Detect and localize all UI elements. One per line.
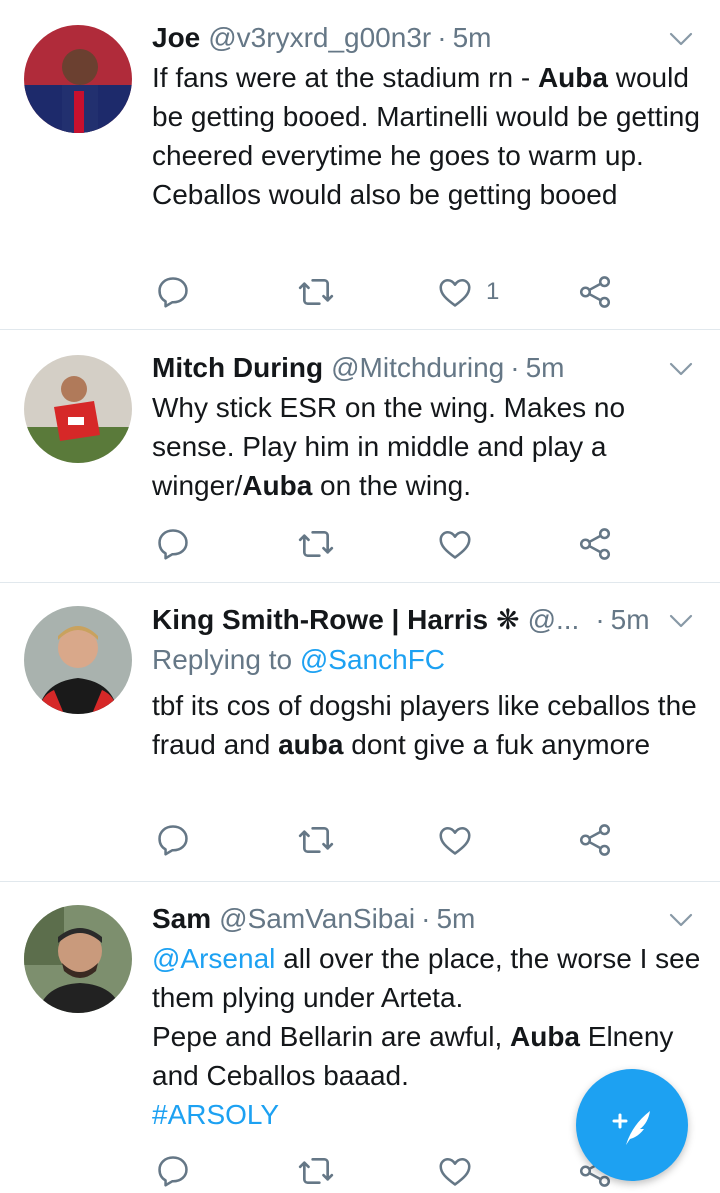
caret-down-icon[interactable]	[666, 354, 696, 384]
like-count: 1	[486, 278, 500, 305]
tweet-text: Why stick ESR on the wing. Makes no sens…	[152, 388, 702, 505]
separator-dot: ·	[595, 604, 605, 635]
user-handle[interactable]: @v3ryxrd_g00n3r	[208, 18, 431, 58]
avatar[interactable]	[24, 606, 132, 714]
like-button[interactable]	[436, 524, 474, 564]
avatar[interactable]	[24, 25, 132, 133]
tweet-header: Joe @v3ryxrd_g00n3r · 5m	[152, 18, 491, 58]
like-button[interactable]	[436, 1151, 474, 1191]
compose-tweet-button[interactable]	[576, 1069, 688, 1181]
retweet-icon	[298, 531, 334, 557]
like-icon	[439, 827, 471, 855]
timestamp[interactable]: 5m	[611, 600, 650, 640]
like-button[interactable]	[436, 820, 474, 860]
tweet[interactable]: Joe @v3ryxrd_g00n3r · 5m If fans were at…	[0, 0, 720, 330]
display-name[interactable]: Sam	[152, 899, 211, 939]
tweet-header: Sam @SamVanSibai · 5m	[152, 899, 475, 939]
retweet-button[interactable]	[296, 820, 336, 860]
display-name[interactable]: King Smith-Rowe | Harris	[152, 600, 488, 640]
separator-dot: ·	[421, 903, 431, 934]
user-handle[interactable]: @Mitchduring	[331, 348, 504, 388]
timestamp[interactable]: 5m	[453, 18, 492, 58]
highlighted-keyword: Auba	[510, 1021, 580, 1052]
like-button[interactable]: 1	[436, 272, 499, 312]
replying-to: Replying to @SanchFC	[152, 640, 445, 680]
share-icon	[579, 528, 611, 560]
tweet-text-segment: on the wing.	[312, 470, 472, 501]
hashtag-link[interactable]: #ARSOLY	[152, 1099, 279, 1130]
caret-down-icon[interactable]	[666, 606, 696, 636]
like-icon	[439, 1158, 471, 1186]
reply-icon	[158, 1156, 188, 1187]
tweet-text: If fans were at the stadium rn - Auba wo…	[152, 58, 702, 214]
reply-button[interactable]	[154, 1151, 192, 1191]
share-icon	[579, 824, 611, 856]
share-button[interactable]	[576, 524, 614, 564]
caret-down-icon[interactable]	[666, 24, 696, 54]
reply-icon	[158, 825, 188, 856]
name-emoji: ❋	[496, 604, 520, 635]
tweet-text-segment: dont give a fuk anymore	[343, 729, 651, 760]
display-name[interactable]: Mitch During	[152, 348, 323, 388]
tweet-actions	[0, 820, 720, 860]
mention-link[interactable]: @Arsenal	[152, 943, 275, 974]
reply-button[interactable]	[154, 272, 192, 312]
retweet-button[interactable]	[296, 524, 336, 564]
tweet-text-segment: Pepe and Bellarin are awful,	[152, 1021, 510, 1052]
timestamp[interactable]: 5m	[436, 899, 475, 939]
highlighted-keyword: Auba	[537, 62, 608, 93]
compose-icon	[612, 1111, 650, 1145]
like-icon	[439, 279, 471, 307]
retweet-button[interactable]	[296, 272, 336, 312]
replying-to-handle[interactable]: @SanchFC	[300, 644, 445, 675]
tweet[interactable]: Mitch During @Mitchduring · 5m Why stick…	[0, 331, 720, 583]
reply-button[interactable]	[154, 820, 192, 860]
tweet-actions	[0, 524, 720, 564]
display-name[interactable]: Joe	[152, 18, 200, 58]
user-handle[interactable]: @...	[528, 600, 580, 640]
share-button[interactable]	[576, 820, 614, 860]
reply-button[interactable]	[154, 524, 192, 564]
tweet[interactable]: King Smith-Rowe | Harris ❋ @... · 5m Rep…	[0, 584, 720, 882]
retweet-icon	[298, 827, 334, 853]
like-icon	[439, 531, 471, 559]
reply-icon	[158, 277, 188, 308]
tweet-text-segment: If fans were at the stadium rn -	[152, 62, 538, 93]
replying-to-label: Replying to	[152, 644, 300, 675]
avatar[interactable]	[24, 355, 132, 463]
retweet-icon	[298, 1158, 334, 1184]
timestamp[interactable]: 5m	[526, 348, 565, 388]
share-button[interactable]	[576, 272, 614, 312]
avatar[interactable]	[24, 905, 132, 1013]
tweet-text: tbf its cos of dogshi players like cebal…	[152, 686, 702, 764]
caret-down-icon[interactable]	[666, 905, 696, 935]
tweet-header: Mitch During @Mitchduring · 5m	[152, 348, 564, 388]
highlighted-keyword: Auba	[242, 470, 313, 501]
highlighted-keyword: auba	[278, 729, 344, 760]
separator-dot: ·	[437, 22, 447, 53]
share-icon	[579, 276, 611, 308]
retweet-icon	[298, 279, 334, 305]
user-handle[interactable]: @SamVanSibai	[219, 899, 415, 939]
tweet-actions: 1	[0, 272, 720, 312]
tweet-header: King Smith-Rowe | Harris ❋ @... · 5m	[152, 600, 650, 640]
reply-icon	[158, 529, 188, 560]
separator-dot: ·	[510, 352, 520, 383]
retweet-button[interactable]	[296, 1151, 336, 1191]
